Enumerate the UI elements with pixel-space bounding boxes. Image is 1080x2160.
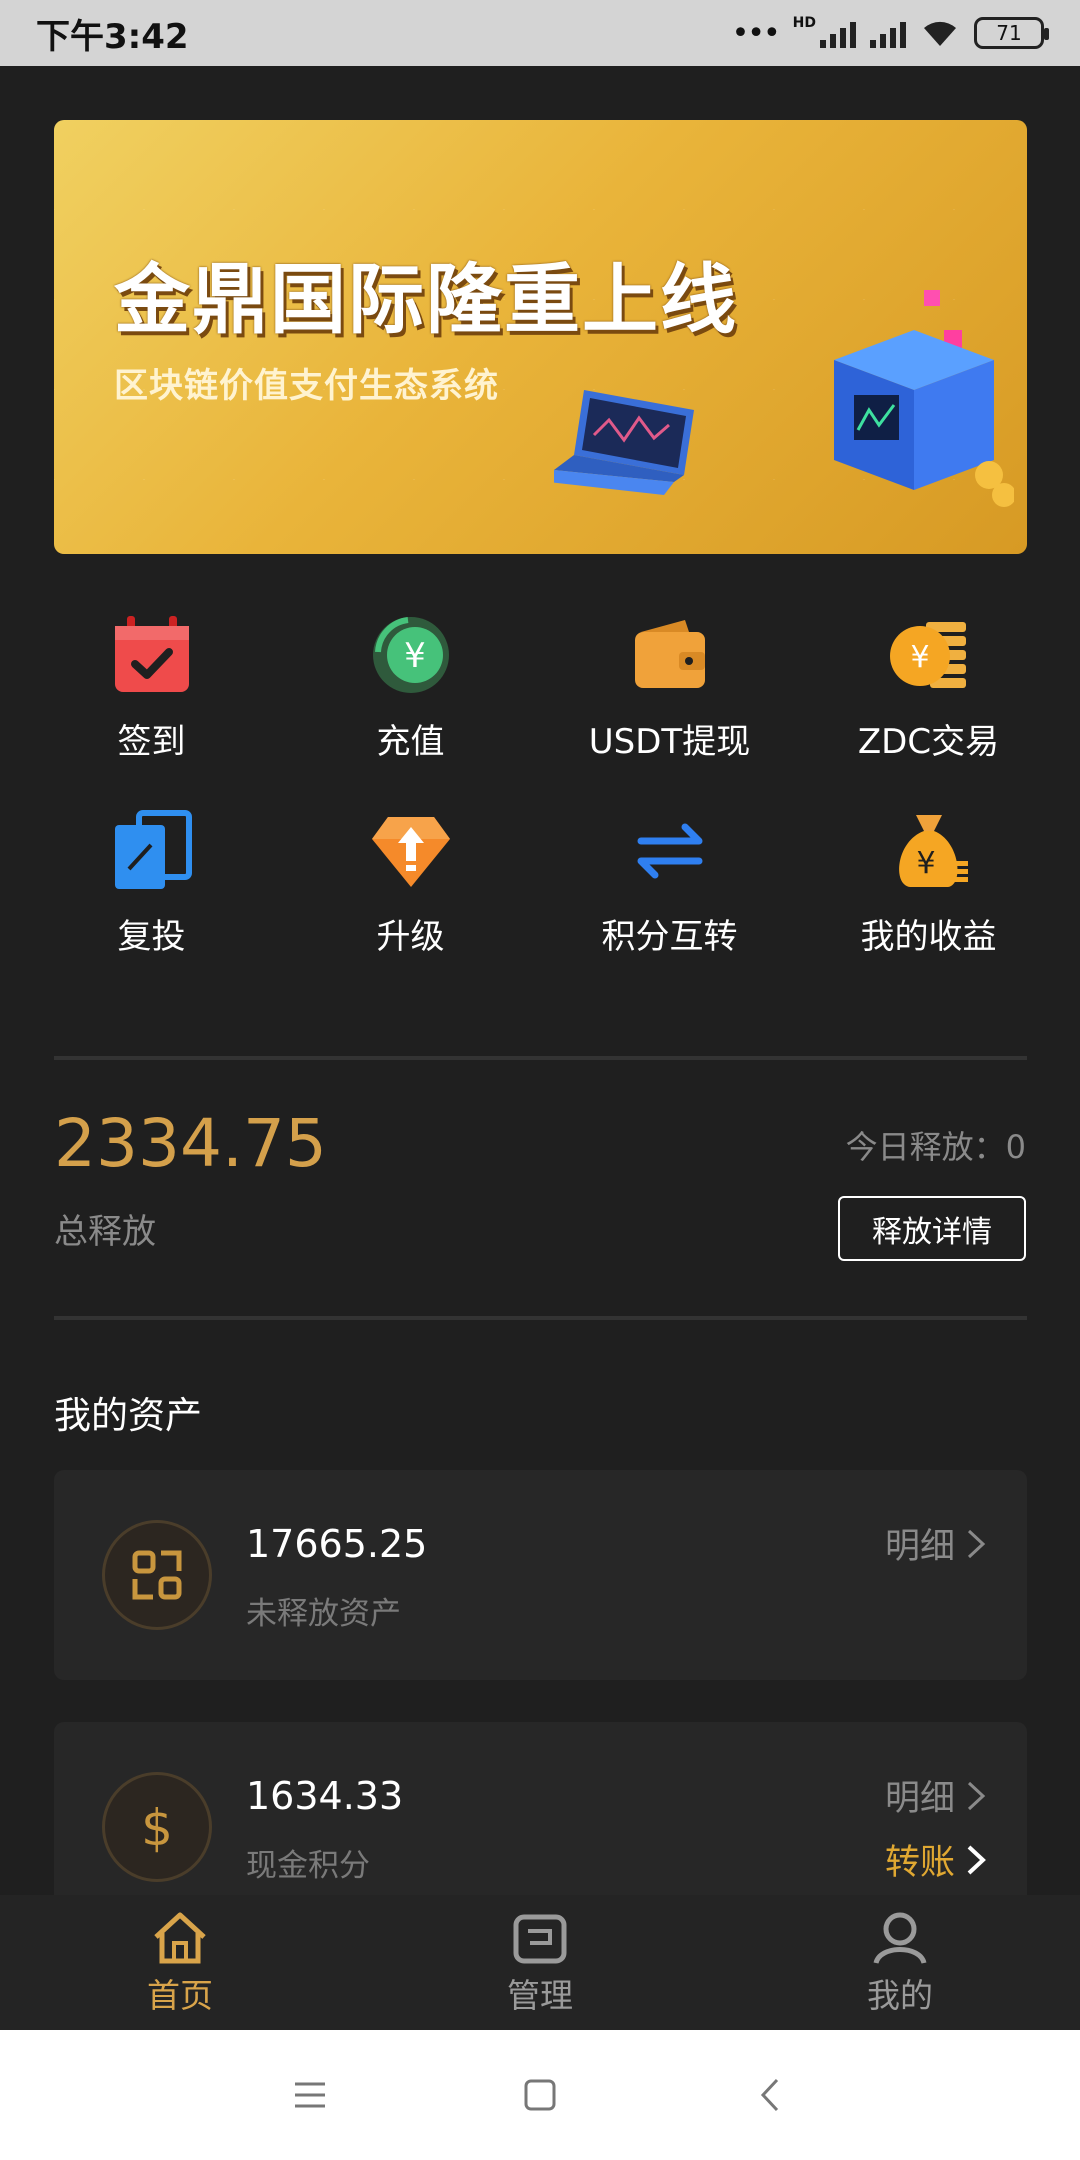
menu-usdt-withdraw[interactable]: USDT提现 bbox=[540, 610, 799, 763]
menu-label: 签到 bbox=[117, 722, 186, 762]
money-bag-icon: ¥ bbox=[884, 805, 974, 895]
svg-text:¥: ¥ bbox=[404, 636, 426, 676]
status-time: 下午3:42 bbox=[36, 16, 189, 57]
release-detail-button[interactable]: 释放详情 bbox=[838, 1196, 1026, 1261]
wifi-icon bbox=[924, 21, 956, 46]
banner-subtitle: 区块链价值支付生态系统 bbox=[114, 366, 499, 406]
function-grid: 签到 ¥ 充值 USDT提现 ¥ ZDC交易 复投 升级 积分互转 ¥ 我的收益 bbox=[22, 610, 1058, 958]
menu-label: USDT提现 bbox=[588, 722, 751, 762]
detail-link-label: 明细 bbox=[884, 1779, 955, 1819]
battery-icon: 71 bbox=[974, 17, 1049, 49]
svg-text:¥: ¥ bbox=[916, 846, 935, 881]
wallet-card-icon bbox=[513, 1914, 567, 1963]
tab-label: 管理 bbox=[507, 1975, 573, 2015]
svg-text:$: $ bbox=[141, 1799, 173, 1857]
status-icons: ••• HD 71 bbox=[731, 15, 1049, 51]
menu-label: 复投 bbox=[117, 917, 186, 957]
assets-title: 我的资产 bbox=[54, 1394, 202, 1437]
asset-value: 1634.33 bbox=[246, 1774, 404, 1818]
status-bar: 下午3:42 ••• HD 71 bbox=[0, 0, 1080, 66]
svg-text:¥: ¥ bbox=[910, 640, 929, 675]
coin-stack-icon: ¥ bbox=[884, 610, 974, 700]
asset-icon bbox=[102, 1520, 212, 1630]
bottom-tab-bar: 首页 管理 我的 bbox=[0, 1895, 1080, 2030]
today-release: 今日释放：0 bbox=[845, 1128, 1026, 1166]
home-icon bbox=[154, 1912, 206, 1963]
more-dots-icon: ••• bbox=[731, 15, 781, 51]
menu-sign-in[interactable]: 签到 bbox=[22, 610, 281, 763]
upgrade-diamond-icon bbox=[366, 805, 456, 895]
tab-manage[interactable]: 管理 bbox=[360, 1895, 720, 2030]
menu-upgrade[interactable]: 升级 bbox=[281, 805, 540, 958]
asset-transfer-link[interactable]: 转账 bbox=[885, 1834, 987, 1885]
asset-detail-link[interactable]: 明细 bbox=[885, 1770, 987, 1821]
menu-label: 升级 bbox=[376, 917, 445, 957]
laptop-illustration-icon bbox=[554, 390, 694, 495]
menu-my-earnings[interactable]: ¥ 我的收益 bbox=[799, 805, 1058, 958]
promo-banner[interactable]: 金鼎国际隆重上线 区块链价值支付生态系统 bbox=[54, 120, 1027, 554]
tab-label: 首页 bbox=[147, 1975, 213, 2015]
asset-value: 17665.25 bbox=[246, 1522, 428, 1566]
tab-me[interactable]: 我的 bbox=[720, 1895, 1080, 2030]
menu-points-transfer[interactable]: 积分互转 bbox=[540, 805, 799, 958]
menu-label: 充值 bbox=[376, 722, 445, 762]
user-icon bbox=[873, 1912, 927, 1964]
menu-recharge[interactable]: ¥ 充值 bbox=[281, 610, 540, 763]
battery-level: 71 bbox=[996, 21, 1022, 45]
asset-icon: $ bbox=[102, 1772, 212, 1882]
chevron-right-icon bbox=[967, 1845, 986, 1874]
menu-label: 我的收益 bbox=[860, 917, 997, 957]
total-release-value: 2334.75 bbox=[54, 1105, 327, 1182]
home-nav-icon[interactable] bbox=[510, 2065, 570, 2125]
menu-label: ZDC交易 bbox=[857, 722, 1000, 762]
asset-label: 未释放资产 bbox=[246, 1596, 401, 1632]
dollar-icon: $ bbox=[141, 1799, 173, 1857]
unreleased-asset-icon bbox=[132, 1550, 182, 1600]
chevron-right-icon bbox=[967, 1529, 986, 1558]
menu-nav-icon[interactable] bbox=[280, 2065, 340, 2125]
machine-illustration-icon bbox=[834, 290, 1014, 507]
total-release-label: 总释放 bbox=[54, 1212, 156, 1252]
tab-home[interactable]: 首页 bbox=[0, 1895, 360, 2030]
divider bbox=[54, 1056, 1027, 1060]
yuan-refresh-icon: ¥ bbox=[366, 610, 456, 700]
chevron-right-icon bbox=[967, 1781, 986, 1810]
signal-icon-2 bbox=[870, 18, 906, 48]
signal-icon bbox=[820, 18, 856, 48]
transfer-link-label: 转账 bbox=[884, 1843, 955, 1883]
asset-card-unreleased: 17665.25 未释放资产 明细 bbox=[54, 1470, 1027, 1680]
detail-link-label: 明细 bbox=[884, 1527, 955, 1567]
calendar-check-icon bbox=[107, 610, 197, 700]
menu-zdc-trade[interactable]: ¥ ZDC交易 bbox=[799, 610, 1058, 763]
asset-detail-link[interactable]: 明细 bbox=[885, 1518, 987, 1569]
menu-label: 积分互转 bbox=[601, 917, 738, 957]
system-nav-bar bbox=[0, 2030, 1080, 2160]
back-nav-icon[interactable] bbox=[740, 2065, 800, 2125]
banner-title: 金鼎国际隆重上线 bbox=[114, 255, 738, 344]
transfer-arrows-icon bbox=[625, 805, 715, 895]
network-type: HD bbox=[792, 15, 816, 31]
asset-label: 现金积分 bbox=[246, 1848, 370, 1884]
divider bbox=[54, 1316, 1027, 1320]
menu-reinvest[interactable]: 复投 bbox=[22, 805, 281, 958]
tab-label: 我的 bbox=[867, 1975, 933, 2015]
wallet-icon bbox=[625, 610, 715, 700]
reinvest-icon bbox=[107, 805, 197, 895]
